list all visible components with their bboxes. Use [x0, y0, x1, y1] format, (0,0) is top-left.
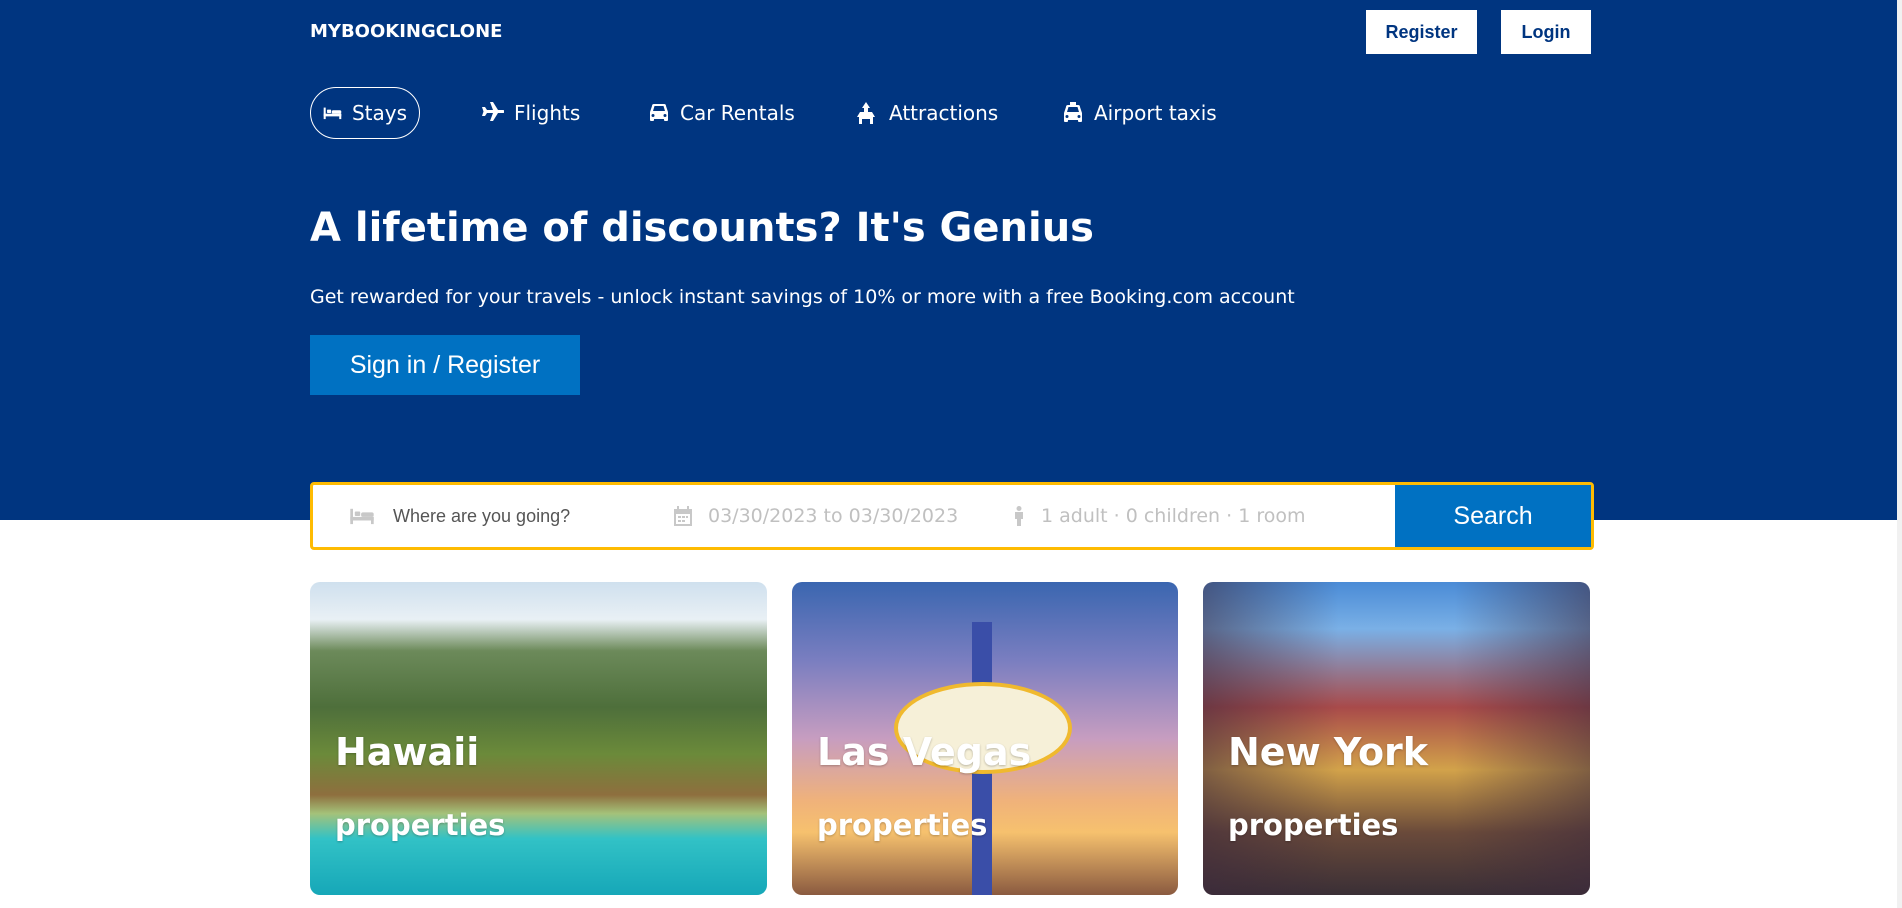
- destination-input[interactable]: [391, 504, 625, 528]
- attractions-icon: [857, 102, 875, 124]
- search-button[interactable]: Search: [1395, 485, 1591, 547]
- destination-card-las-vegas[interactable]: Las Vegas properties: [792, 582, 1178, 895]
- tab-label: Flights: [514, 101, 581, 125]
- calendar-icon: [674, 506, 692, 526]
- destination-field[interactable]: [349, 485, 639, 547]
- destination-card-new-york[interactable]: New York properties: [1203, 582, 1590, 895]
- tab-attractions[interactable]: Attractions: [841, 87, 1010, 139]
- search-bar: 03/30/2023 to 03/30/2023 1 adult · 0 chi…: [310, 482, 1594, 550]
- site-logo[interactable]: MYBOOKINGCLONE: [310, 21, 502, 42]
- tab-label: Airport taxis: [1094, 101, 1217, 125]
- tab-stays[interactable]: Stays: [310, 87, 420, 139]
- tab-airport-taxis[interactable]: Airport taxis: [1050, 87, 1229, 139]
- car-icon: [650, 104, 668, 121]
- bed-icon: [350, 508, 374, 525]
- card-subtitle: properties: [1228, 808, 1399, 842]
- taxi-icon: [1064, 102, 1082, 122]
- login-button[interactable]: Login: [1501, 10, 1591, 54]
- hero-title: A lifetime of discounts? It's Genius: [310, 205, 1094, 251]
- card-subtitle: properties: [335, 808, 506, 842]
- header-banner: MYBOOKINGCLONE Register Login Stays Flig…: [0, 0, 1897, 520]
- scrollbar[interactable]: [1897, 0, 1902, 908]
- tab-flights[interactable]: Flights: [468, 87, 592, 139]
- destination-card-hawaii[interactable]: Hawaii properties: [310, 582, 767, 895]
- card-title: Las Vegas: [817, 730, 1032, 774]
- card-title: New York: [1228, 730, 1429, 774]
- tab-car-rentals[interactable]: Car Rentals: [636, 87, 807, 139]
- guests-field[interactable]: 1 adult · 0 children · 1 room: [1013, 485, 1305, 547]
- date-range-text: 03/30/2023 to 03/30/2023: [708, 505, 959, 527]
- card-title: Hawaii: [335, 730, 480, 774]
- tab-label: Car Rentals: [680, 101, 795, 125]
- sign-in-register-button[interactable]: Sign in / Register: [310, 335, 580, 395]
- person-icon: [1015, 506, 1023, 526]
- bed-icon: [323, 107, 342, 120]
- hero-subtitle: Get rewarded for your travels - unlock i…: [310, 286, 1295, 308]
- register-button[interactable]: Register: [1366, 10, 1477, 54]
- guests-text: 1 adult · 0 children · 1 room: [1041, 505, 1306, 527]
- date-range-field[interactable]: 03/30/2023 to 03/30/2023: [674, 485, 958, 547]
- plane-icon: [482, 102, 504, 121]
- tab-label: Stays: [351, 101, 407, 125]
- tab-label: Attractions: [889, 101, 999, 125]
- card-subtitle: properties: [817, 808, 988, 842]
